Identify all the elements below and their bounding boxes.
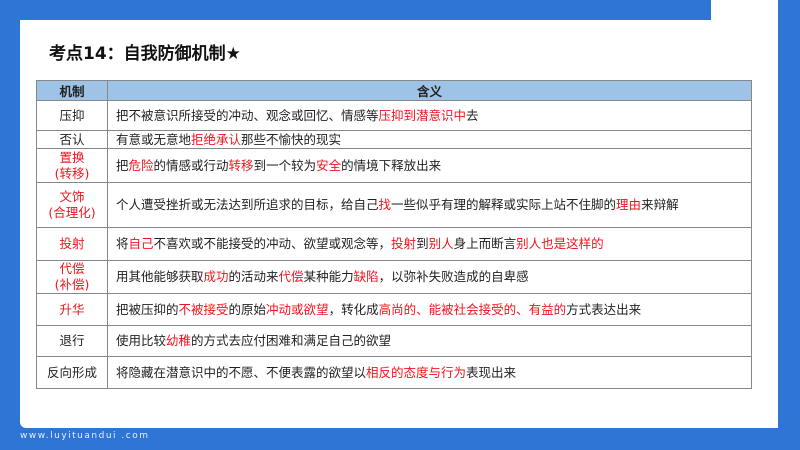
highlighted-text: 自己 (128, 236, 154, 251)
table-row: 升华 把被压抑的不被接受的原始冲动或欲望，转化成高尚的、能被社会接受的、有益的方式… (36, 293, 752, 326)
table-row: 反向形成 将隐藏在潜意识中的不愿、不便表露的欲望以相反的态度与行为表现出来 (36, 356, 752, 389)
mechanism-meaning: 把危险的情感或行动转移到一个较为安全的情境下释放出来 (107, 148, 752, 183)
mechanism-meaning: 把不被意识所接受的冲动、观念或回忆、情感等压抑到潜意识中去 (107, 100, 752, 131)
table-row: 否认 有意或无意地拒绝承认那些不愉快的现实 (36, 130, 752, 149)
text: 去 (466, 107, 479, 123)
highlighted-text: 不被接受 (178, 301, 229, 317)
mechanism-name-line: 退行 (59, 333, 85, 348)
mechanism-meaning: 将自己不喜欢或不能接受的冲动、欲望或观念等，投射到别人身上而断言别人也是这样的 (107, 227, 752, 261)
highlighted-text: 安全 (316, 157, 342, 173)
slide-title: 考点14：自我防御机制★ (49, 44, 241, 64)
mechanism-name: 反向形成 (36, 356, 108, 389)
highlighted-text: 相反的态度与行为 (366, 364, 467, 380)
mechanism-name-line: 置换 (59, 149, 85, 165)
mechanism-name-line: 压抑 (59, 107, 85, 123)
highlighted-text: 找 (378, 197, 392, 212)
mechanism-name: 退行 (36, 325, 108, 357)
header-meaning: 含义 (107, 80, 752, 101)
text: 用其他能够获取 (116, 269, 204, 284)
mechanism-name-line: 文饰 (59, 189, 85, 204)
mechanism-name-line: (合理化) (48, 205, 96, 220)
mechanism-name-line: (转移) (54, 165, 90, 181)
text: 的原始 (228, 301, 267, 317)
text: 身上而断言 (453, 236, 517, 251)
highlighted-text: 冲动或欲望 (266, 301, 329, 317)
text: 方式表达出来 (566, 301, 642, 317)
text: 把被压抑的 (116, 301, 179, 317)
text: 将 (116, 236, 129, 251)
table-row: 退行 使用比较幼稚的方式去应付困难和满足自己的欲望 (36, 325, 752, 357)
highlighted-text: 转移 (228, 157, 254, 173)
mechanism-meaning: 个人遭受挫折或无法达到所追求的目标，给自己找一些似乎有理的解释或实际上站不住脚的… (107, 182, 752, 228)
text: 的情境下释放出来 (341, 157, 442, 173)
text: 有意或无意地 (116, 131, 192, 147)
highlighted-text: 压抑到潜意识中 (378, 107, 467, 123)
text: 来辩解 (641, 197, 679, 212)
text: 不喜欢或不能接受的冲动、欲望或观念等， (153, 236, 392, 251)
text: 使用比较 (116, 333, 167, 348)
mechanism-meaning: 把被压抑的不被接受的原始冲动或欲望，转化成高尚的、能被社会接受的、有益的方式表达… (107, 293, 752, 326)
mechanism-name: 升华 (36, 293, 108, 326)
text: 一些似乎有理的解释或实际上站不住脚的 (391, 197, 617, 212)
mechanism-meaning: 使用比较幼稚的方式去应付困难和满足自己的欲望 (107, 325, 752, 357)
mechanism-meaning: 将隐藏在潜意识中的不愿、不便表露的欲望以相反的态度与行为表现出来 (107, 356, 752, 389)
table-row: 代偿 (补偿) 用其他能够获取成功的活动来代偿某种能力缺陷，以弥补失败造成的自卑感 (36, 260, 752, 294)
mechanism-name-line: 否认 (59, 131, 85, 147)
table-row: 投射 将自己不喜欢或不能接受的冲动、欲望或观念等，投射到别人身上而断言别人也是这样… (36, 227, 752, 261)
mechanism-name-line: 反向形成 (46, 364, 97, 380)
highlighted-text: 拒绝承认 (191, 131, 242, 147)
text: 到 (416, 236, 429, 251)
text: 个人遭受挫折或无法达到所追求的目标，给自己 (116, 197, 379, 212)
highlighted-text: 高尚的、能被社会接受的、有益的 (378, 301, 567, 317)
table-row: 压抑 把不被意识所接受的冲动、观念或回忆、情感等压抑到潜意识中去 (36, 100, 752, 131)
highlighted-text: 别人 (428, 236, 454, 251)
text: 的活动来 (228, 269, 279, 284)
text: ，转化成 (328, 301, 379, 317)
text: 把不被意识所接受的冲动、观念或回忆、情感等 (116, 107, 379, 123)
mechanism-name: 代偿 (补偿) (36, 260, 108, 294)
text: ，以弥补失败造成的自卑感 (378, 269, 529, 284)
text: 将隐藏在潜意识中的不愿、不便表露的欲望以 (116, 364, 367, 380)
text: 的情感或行动 (153, 157, 229, 173)
mechanism-name: 否认 (36, 130, 108, 149)
text: 某种能力 (303, 269, 354, 284)
mechanism-meaning: 用其他能够获取成功的活动来代偿某种能力缺陷，以弥补失败造成的自卑感 (107, 260, 752, 294)
highlighted-text: 代偿 (278, 269, 304, 284)
mechanism-name: 置换 (转移) (36, 148, 108, 183)
mechanism-name: 文饰 (合理化) (36, 182, 108, 228)
mechanism-meaning: 有意或无意地拒绝承认那些不愉快的现实 (107, 130, 752, 149)
highlighted-text: 幼稚 (166, 333, 192, 348)
table-row: 文饰 (合理化) 个人遭受挫折或无法达到所追求的目标，给自己找一些似乎有理的解释或实… (36, 182, 752, 228)
mechanism-name-line: (补偿) (54, 277, 90, 292)
highlighted-text: 别人也是这样的 (516, 236, 604, 251)
mechanism-name-line: 升华 (59, 301, 85, 317)
highlighted-text: 缺陷 (353, 269, 379, 284)
website-footer: www.luyituandui .com (20, 431, 150, 441)
text: 那些不愉快的现实 (241, 131, 342, 147)
text: 表现出来 (466, 364, 517, 380)
mechanism-name: 压抑 (36, 100, 108, 131)
highlighted-text: 投射 (391, 236, 417, 251)
highlighted-text: 成功 (203, 269, 229, 284)
highlighted-text: 危险 (128, 157, 154, 173)
text: 把 (116, 157, 129, 173)
mechanism-name-line: 代偿 (59, 261, 85, 276)
mechanism-name-line: 投射 (59, 236, 85, 251)
text: 的方式去应付困难和满足自己的欲望 (191, 333, 392, 348)
text: 到一个较为 (253, 157, 317, 173)
highlighted-text: 理由 (616, 197, 642, 212)
table-row: 置换 (转移) 把危险的情感或行动转移到一个较为安全的情境下释放出来 (36, 148, 752, 183)
defense-mechanism-table: 机制 含义 压抑 把不被意识所接受的冲动、观念或回忆、情感等压抑到潜意识中去否认 有… (36, 80, 752, 389)
mechanism-name: 投射 (36, 227, 108, 261)
header-mechanism: 机制 (36, 80, 108, 101)
